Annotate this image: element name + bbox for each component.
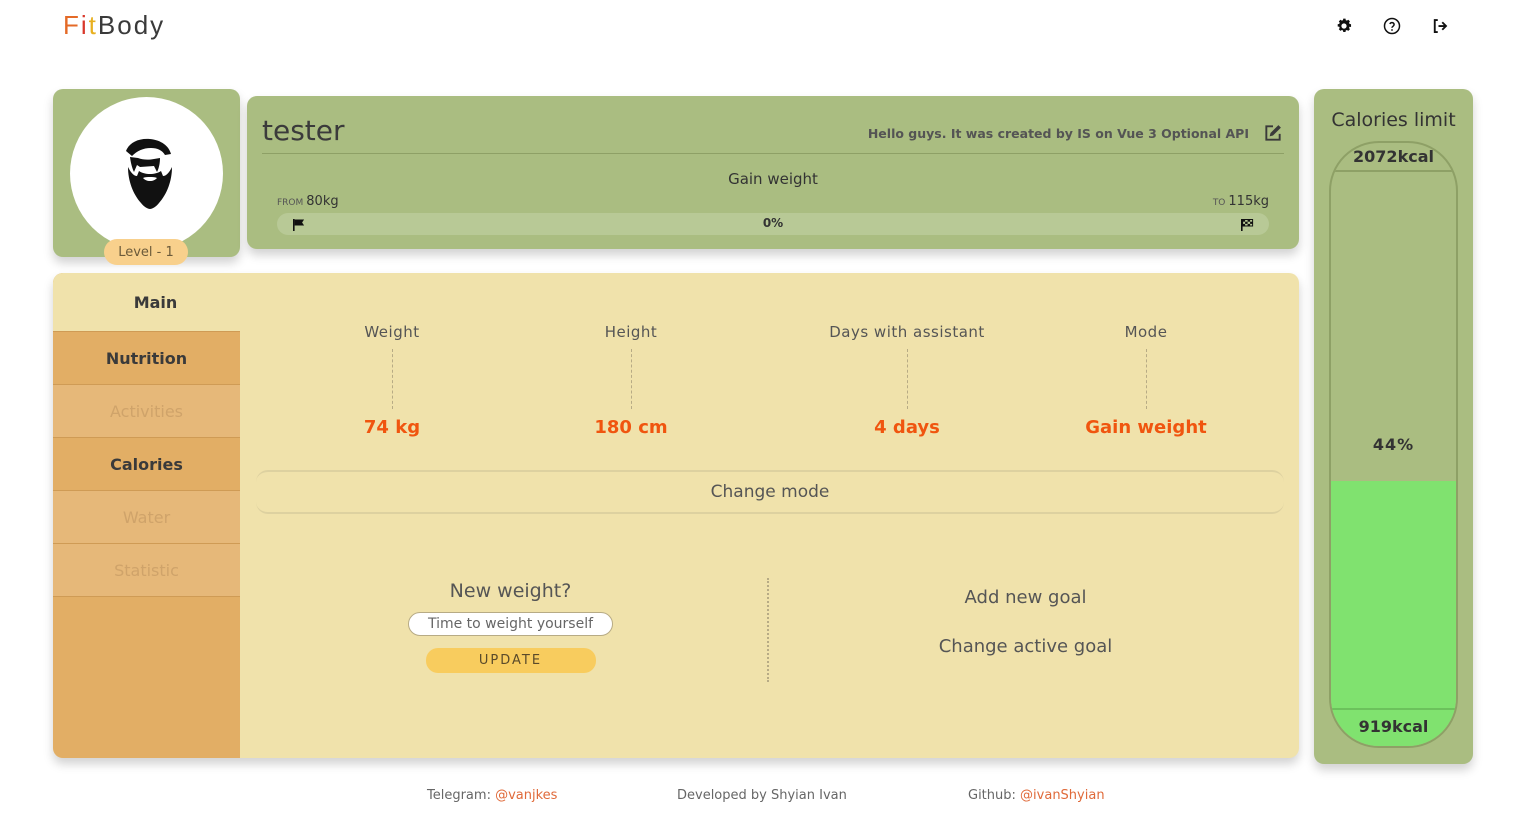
sidebar-item-main[interactable]: Main bbox=[53, 273, 240, 332]
stat-divider bbox=[906, 349, 908, 409]
stat-value: 74 kg bbox=[363, 417, 421, 438]
finish-flag-icon bbox=[1240, 217, 1254, 231]
sidebar-item-water[interactable]: Water bbox=[53, 491, 240, 544]
stat-divider bbox=[1145, 349, 1147, 409]
stat-label: Height bbox=[604, 323, 658, 341]
edit-icon[interactable] bbox=[1263, 123, 1283, 143]
goal-from: FROM 80kg bbox=[277, 194, 339, 209]
stat-divider bbox=[630, 349, 632, 409]
username: tester bbox=[262, 114, 345, 147]
logout-icon[interactable] bbox=[1430, 16, 1450, 36]
profile-divider bbox=[262, 153, 1284, 154]
stat-value: 180 cm bbox=[594, 417, 668, 438]
calories-limit-value: 2072kcal bbox=[1353, 147, 1434, 166]
logo-text-body: Body bbox=[97, 10, 166, 40]
profile-bio: Hello guys. It was created by IS on Vue … bbox=[867, 126, 1249, 141]
footer-github: Github: @ivanShyian bbox=[968, 788, 1105, 803]
calories-gauge: 2072kcal 44% 919kcal bbox=[1329, 141, 1458, 748]
stat-mode: Mode Gain weight bbox=[1026, 323, 1266, 438]
goal-to: TO 115kg bbox=[1213, 194, 1269, 209]
to-label: TO bbox=[1212, 198, 1226, 208]
calories-card: Calories limit 2072kcal 44% 919kcal bbox=[1314, 89, 1473, 764]
telegram-link[interactable]: @vanjkes bbox=[495, 788, 557, 803]
level-badge: Level - 1 bbox=[104, 239, 188, 265]
github-label: Github: bbox=[968, 788, 1016, 803]
header: FitBody bbox=[0, 0, 1539, 60]
stat-label: Mode bbox=[1124, 323, 1168, 341]
gauge-top-line bbox=[1331, 170, 1456, 172]
sidebar-item-calories[interactable]: Calories bbox=[53, 438, 240, 491]
calories-percent: 44% bbox=[1372, 435, 1415, 454]
gauge-bottom-line bbox=[1331, 708, 1456, 710]
section-divider bbox=[767, 578, 769, 682]
stat-value: Gain weight bbox=[1085, 417, 1207, 438]
from-label: FROM bbox=[277, 198, 304, 208]
footer-telegram: Telegram: @vanjkes bbox=[427, 788, 557, 803]
change-goal-link[interactable]: Change active goal bbox=[913, 636, 1138, 657]
add-goal-link[interactable]: Add new goal bbox=[913, 587, 1138, 608]
footer-developer: Developed by Shyian Ivan bbox=[677, 788, 847, 803]
sidebar-item-statistic[interactable]: Statistic bbox=[53, 544, 240, 597]
telegram-label: Telegram: bbox=[427, 788, 491, 803]
avatar[interactable] bbox=[70, 97, 223, 250]
weight-input[interactable] bbox=[408, 612, 613, 636]
stat-label: Days with assistant bbox=[829, 323, 985, 341]
main-panel: Main Nutrition Activities Calories Water… bbox=[53, 273, 1299, 758]
new-weight-form: New weight? UPDATE bbox=[383, 580, 638, 673]
bearded-man-icon bbox=[125, 138, 172, 209]
stat-divider bbox=[391, 349, 393, 409]
stat-height: Height 180 cm bbox=[511, 323, 751, 438]
sidebar-item-activities[interactable]: Activities bbox=[53, 385, 240, 438]
goal-actions: Add new goal Change active goal bbox=[913, 587, 1138, 657]
new-weight-title: New weight? bbox=[449, 580, 572, 602]
stat-days: Days with assistant 4 days bbox=[787, 323, 1027, 438]
update-button[interactable]: UPDATE bbox=[425, 648, 596, 673]
help-icon[interactable] bbox=[1382, 16, 1402, 36]
sidebar: Main Nutrition Activities Calories Water… bbox=[53, 273, 240, 758]
change-mode-button[interactable]: Change mode bbox=[256, 470, 1284, 514]
github-link[interactable]: @ivanShyian bbox=[1020, 788, 1105, 803]
calories-gauge-fill bbox=[1331, 480, 1456, 746]
goal-progress-bar: 0% bbox=[277, 213, 1269, 235]
stat-weight: Weight 74 kg bbox=[272, 323, 512, 438]
logo-letter-t: t bbox=[88, 10, 98, 40]
goal-name: Gain weight bbox=[728, 170, 818, 188]
logo-letter-f: F bbox=[63, 10, 81, 40]
stat-label: Weight bbox=[364, 323, 420, 341]
calories-title: Calories limit bbox=[1331, 109, 1456, 131]
stat-value: 4 days bbox=[874, 417, 940, 438]
logo-letter-i: i bbox=[80, 10, 89, 40]
to-value: 115kg bbox=[1228, 194, 1269, 209]
gear-icon[interactable] bbox=[1334, 16, 1354, 36]
sidebar-item-nutrition[interactable]: Nutrition bbox=[53, 332, 240, 385]
from-value: 80kg bbox=[306, 194, 339, 209]
footer: Telegram: @vanjkes Developed by Shyian I… bbox=[0, 788, 1539, 808]
goal-progress-percent: 0% bbox=[762, 216, 784, 230]
profile-card: tester Hello guys. It was created by IS … bbox=[247, 96, 1299, 249]
stats-row: Weight 74 kg Height 180 cm Days with ass… bbox=[240, 273, 1299, 473]
calories-consumed: 919kcal bbox=[1358, 717, 1429, 736]
header-actions bbox=[1334, 16, 1450, 36]
logo[interactable]: FitBody bbox=[63, 10, 165, 41]
avatar-card: Level - 1 bbox=[53, 89, 240, 265]
